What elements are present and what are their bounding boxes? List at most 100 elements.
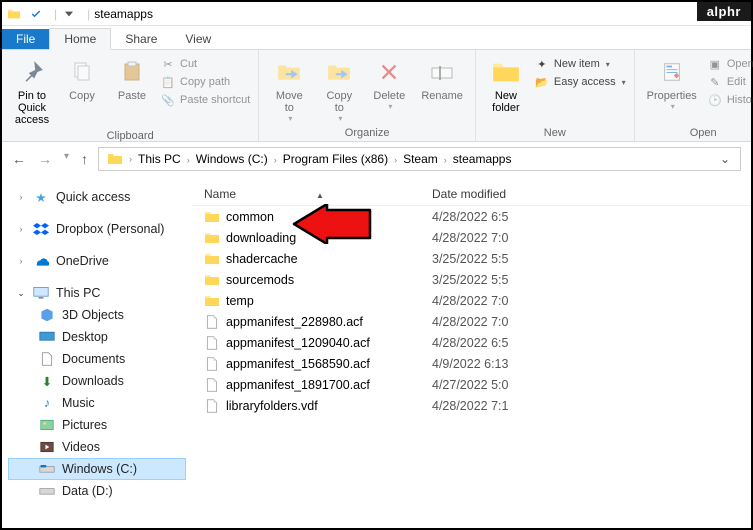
title-bar: | | steamapps: [2, 2, 751, 26]
downloads-icon: ⬇: [38, 373, 56, 389]
navigation-bar: ← → ▾ ↑ › This PC›Windows (C:)›Program F…: [2, 142, 751, 176]
ribbon-group-organize: Move to▾ Copy to▾ Delete▾ Rename Organiz…: [259, 50, 476, 141]
delete-icon: [373, 56, 405, 88]
tree-pictures[interactable]: Pictures: [8, 414, 186, 436]
file-row[interactable]: downloading4/28/2022 7:0: [192, 227, 751, 248]
folder-icon: [204, 252, 220, 266]
file-row[interactable]: appmanifest_1568590.acf4/9/2022 6:13: [192, 353, 751, 374]
window-title: steamapps: [94, 7, 153, 21]
paste-shortcut-icon: 📎: [160, 92, 176, 108]
tree-desktop[interactable]: Desktop: [8, 326, 186, 348]
pictures-icon: [38, 417, 56, 433]
back-button[interactable]: ←: [12, 151, 26, 167]
cut-button[interactable]: ✂Cut: [160, 56, 250, 72]
rename-icon: [426, 56, 458, 88]
breadcrumb-separator: ›: [272, 155, 279, 165]
tab-share[interactable]: Share: [111, 29, 171, 49]
sort-indicator-icon: ▲: [316, 191, 324, 200]
move-to-icon: [273, 56, 305, 88]
history-icon: 🕑: [707, 92, 723, 108]
copy-button[interactable]: Copy: [60, 54, 104, 128]
folder-icon: [204, 210, 220, 224]
file-name: sourcemods: [226, 273, 294, 287]
tree-3d-objects[interactable]: 3D Objects: [8, 304, 186, 326]
tree-data-d[interactable]: Data (D:): [8, 480, 186, 502]
tree-quick-access[interactable]: ›★Quick access: [8, 186, 186, 208]
videos-icon: [38, 439, 56, 455]
tree-this-pc[interactable]: ⌄This PC: [8, 282, 186, 304]
file-date: 4/27/2022 5:0: [432, 378, 562, 392]
breadcrumb-item[interactable]: This PC: [134, 152, 185, 166]
copy-to-icon: [323, 56, 355, 88]
dropbox-icon: [32, 221, 50, 237]
breadcrumb-item[interactable]: Steam: [399, 152, 442, 166]
file-date: 4/9/2022 6:13: [432, 357, 562, 371]
file-row[interactable]: shadercache 3/25/2022 5:5: [192, 248, 751, 269]
qat-dropdown-icon[interactable]: [61, 6, 77, 22]
file-row[interactable]: appmanifest_1209040.acf4/28/2022 6:5: [192, 332, 751, 353]
forward-button[interactable]: →: [38, 151, 52, 167]
easy-access-button[interactable]: 📂Easy access▾: [534, 74, 626, 90]
tree-videos[interactable]: Videos: [8, 436, 186, 458]
ribbon-group-open: Properties▾ ▣Open▾ ✎Edit 🕑History Open: [635, 50, 753, 141]
open-button[interactable]: ▣Open▾: [707, 56, 753, 72]
main-area: ›★Quick access ›Dropbox (Personal) ›OneD…: [2, 176, 751, 528]
tree-onedrive[interactable]: ›OneDrive: [8, 250, 186, 272]
pin-to-quick-access-button[interactable]: Pin to Quick access: [10, 54, 54, 128]
tree-dropbox[interactable]: ›Dropbox (Personal): [8, 218, 186, 240]
file-icon: [204, 357, 220, 371]
address-bar[interactable]: › This PC›Windows (C:)›Program Files (x8…: [98, 147, 741, 171]
file-date: 4/28/2022 7:0: [432, 315, 562, 329]
copy-path-icon: 📋: [160, 74, 176, 90]
move-to-button[interactable]: Move to▾: [267, 54, 311, 125]
file-row[interactable]: appmanifest_228980.acf4/28/2022 7:0: [192, 311, 751, 332]
tree-documents[interactable]: Documents: [8, 348, 186, 370]
copy-to-button[interactable]: Copy to▾: [317, 54, 361, 125]
tree-music[interactable]: ♪Music: [8, 392, 186, 414]
file-row[interactable]: appmanifest_1891700.acf4/27/2022 5:0: [192, 374, 751, 395]
folder-icon: [6, 6, 22, 22]
cut-icon: ✂: [160, 56, 176, 72]
history-button[interactable]: 🕑History: [707, 92, 753, 108]
delete-button[interactable]: Delete▾: [367, 54, 411, 125]
new-folder-icon: [490, 56, 522, 88]
file-row[interactable]: libraryfolders.vdf4/28/2022 7:1: [192, 395, 751, 416]
file-date: 4/28/2022 6:5: [432, 210, 562, 224]
file-name: shadercache: [226, 252, 298, 266]
address-dropdown[interactable]: ⌄: [714, 152, 736, 166]
edit-icon: ✎: [707, 74, 723, 90]
tab-file[interactable]: File: [2, 29, 49, 49]
file-date: 3/25/2022 5:5: [432, 252, 562, 266]
column-name[interactable]: Name▲: [192, 187, 432, 201]
paste-button[interactable]: Paste: [110, 54, 154, 128]
open-icon: ▣: [707, 56, 723, 72]
edit-button[interactable]: ✎Edit: [707, 74, 753, 90]
address-folder-icon: [103, 152, 127, 166]
group-label: Organize: [267, 125, 467, 139]
new-item-button[interactable]: ✦New item▾: [534, 56, 626, 72]
rename-button[interactable]: Rename: [417, 54, 467, 125]
properties-button[interactable]: Properties▾: [643, 54, 701, 113]
file-row[interactable]: temp4/28/2022 7:0: [192, 290, 751, 311]
up-button[interactable]: ↑: [81, 151, 88, 167]
column-date[interactable]: Date modified: [432, 187, 562, 201]
breadcrumb-item[interactable]: Windows (C:): [192, 152, 272, 166]
file-row[interactable]: common 4/28/2022 6:5: [192, 206, 751, 227]
file-row[interactable]: sourcemods3/25/2022 5:5: [192, 269, 751, 290]
tab-view[interactable]: View: [171, 29, 225, 49]
copy-path-button[interactable]: 📋Copy path: [160, 74, 250, 90]
file-date: 4/28/2022 7:1: [432, 399, 562, 413]
breadcrumb-item[interactable]: Program Files (x86): [279, 152, 392, 166]
recent-locations-button[interactable]: ▾: [64, 151, 69, 167]
breadcrumb-item[interactable]: steamapps: [449, 152, 516, 166]
file-name: common: [226, 210, 274, 224]
file-name: downloading: [226, 231, 296, 245]
tab-home[interactable]: Home: [49, 28, 111, 50]
paste-shortcut-button[interactable]: 📎Paste shortcut: [160, 92, 250, 108]
tree-windows-c[interactable]: Windows (C:): [8, 458, 186, 480]
tree-downloads[interactable]: ⬇Downloads: [8, 370, 186, 392]
file-date: 4/28/2022 6:5: [432, 336, 562, 350]
qat-save-icon[interactable]: [28, 6, 44, 22]
new-folder-button[interactable]: New folder: [484, 54, 528, 116]
file-icon: [204, 399, 220, 413]
